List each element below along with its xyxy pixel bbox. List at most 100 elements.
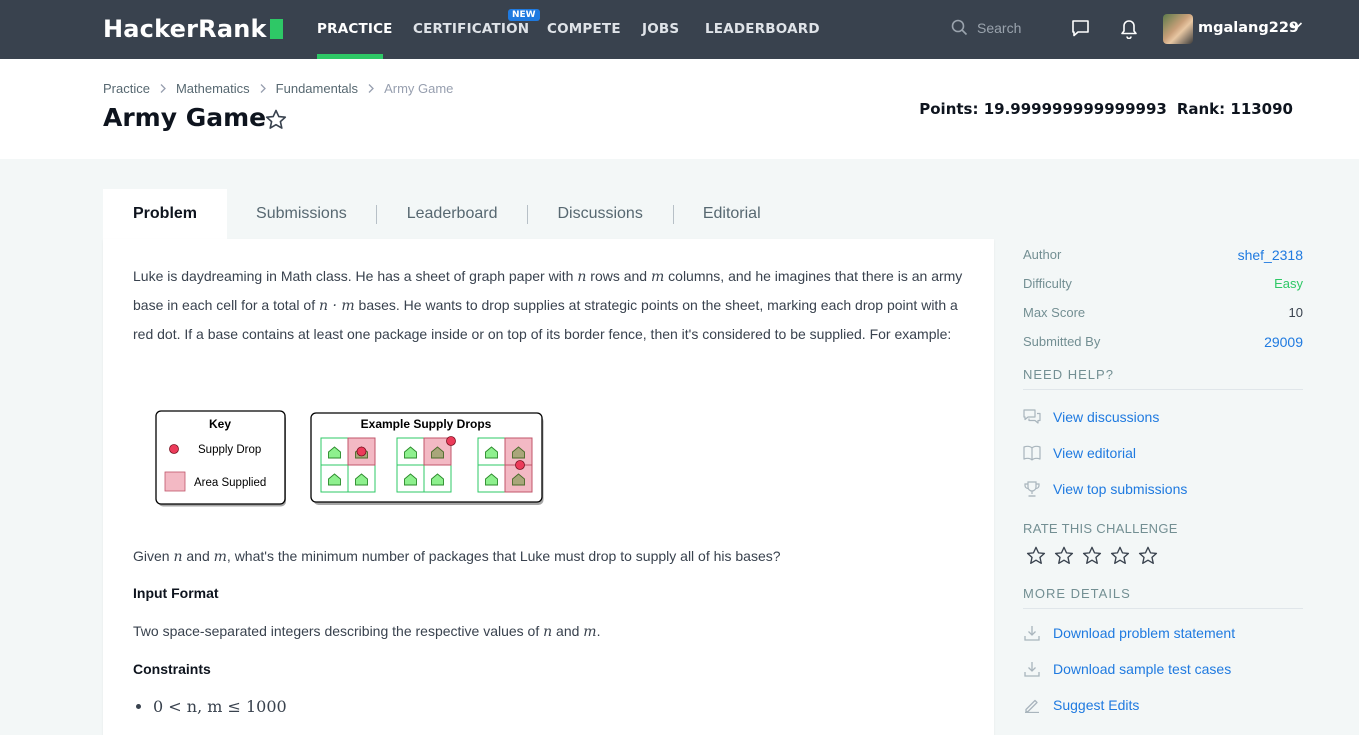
constraints-heading: Constraints — [133, 661, 211, 677]
search-box[interactable]: Search — [951, 19, 1021, 36]
detail-link-label: Suggest Edits — [1053, 697, 1140, 713]
challenge-header: Practice Mathematics Fundamentals Army G… — [0, 59, 1359, 159]
breadcrumb-current: Army Game — [384, 81, 454, 96]
area-supplied-swatch — [164, 471, 186, 492]
submitted-by-link[interactable]: 29009 — [1264, 334, 1303, 350]
input-format-text: Two space-separated integers describing … — [133, 623, 600, 640]
messages-icon[interactable] — [1071, 19, 1090, 38]
detail-link-label: Download problem statement — [1053, 625, 1236, 641]
points-text: Points: 19.999999999999993 — [919, 100, 1167, 118]
chevron-right-icon — [368, 84, 374, 93]
text-run: , what's the minimum number of packages … — [226, 548, 781, 564]
view-editorial-link[interactable]: View editorial — [1023, 435, 1303, 471]
discussion-icon — [1023, 409, 1041, 424]
meta-label: Max Score — [1023, 305, 1086, 320]
problem-statement-card: Luke is daydreaming in Math class. He ha… — [103, 239, 994, 735]
tab-submissions[interactable]: Submissions — [227, 189, 376, 239]
constraint-math: 0 < n, m ≤ 1000 — [153, 697, 287, 716]
username[interactable]: mgalang229 — [1198, 20, 1299, 36]
tab-problem[interactable]: Problem — [103, 189, 228, 239]
tab-editorial[interactable]: Editorial — [674, 189, 790, 239]
pencil-icon — [1025, 699, 1039, 713]
nav-leaderboard[interactable]: LEADERBOARD — [705, 21, 820, 37]
rating-star-4-icon[interactable] — [1110, 546, 1130, 565]
suggest-edits-link[interactable]: Suggest Edits — [1023, 687, 1303, 723]
help-links: View discussions View editorial View top… — [1023, 399, 1303, 507]
text-run: Two space-separated integers describing … — [133, 623, 544, 639]
breadcrumb-practice[interactable]: Practice — [103, 81, 150, 96]
chevron-down-icon[interactable] — [1289, 21, 1303, 31]
constraint-item: 0 < n, m ≤ 1000 — [136, 697, 287, 716]
chevron-right-icon — [260, 84, 266, 93]
trophy-icon — [1024, 480, 1040, 497]
help-link-label: View editorial — [1053, 445, 1137, 461]
key-supply-drop: Supply Drop — [198, 444, 261, 456]
breadcrumb-mathematics[interactable]: Mathematics — [176, 81, 250, 96]
help-link-label: View discussions — [1053, 409, 1160, 425]
meta-author: Author shef_2318 — [1023, 240, 1303, 269]
meta-label: Submitted By — [1023, 334, 1101, 349]
meta-submitted-by: Submitted By 29009 — [1023, 327, 1303, 356]
problem-description: Luke is daydreaming in Math class. He ha… — [133, 262, 963, 348]
notifications-bell-icon[interactable] — [1120, 19, 1138, 39]
logo-block — [269, 19, 283, 39]
text-run: rows and — [586, 268, 651, 284]
new-badge: NEW — [508, 9, 540, 21]
input-format-heading: Input Format — [133, 585, 219, 601]
rating-star-5-icon[interactable] — [1138, 546, 1158, 565]
download-problem-statement-link[interactable]: Download problem statement — [1023, 615, 1303, 651]
nav-compete[interactable]: COMPETE — [547, 21, 621, 37]
breadcrumb: Practice Mathematics Fundamentals Army G… — [103, 81, 453, 96]
hackerrank-logo[interactable]: HackerRank — [103, 15, 283, 43]
download-sample-test-cases-link[interactable]: Download sample test cases — [1023, 651, 1303, 687]
max-score-value: 10 — [1288, 305, 1303, 320]
logo-text: HackerRank — [103, 15, 267, 43]
rate-challenge-heading: RATE THIS CHALLENGE — [1023, 521, 1178, 536]
nav-jobs[interactable]: JOBS — [642, 21, 679, 37]
key-area-supplied: Area Supplied — [194, 477, 266, 489]
text-run: Luke is daydreaming in Math class. He ha… — [133, 268, 578, 284]
examples-title: Example Supply Drops — [361, 417, 492, 431]
more-details-heading: MORE DETAILS — [1023, 586, 1303, 609]
detail-links: Download problem statement Download samp… — [1023, 615, 1303, 723]
figure-examples: Example Supply Drops — [310, 412, 544, 505]
rating-star-2-icon[interactable] — [1054, 546, 1074, 565]
math-m: m — [650, 269, 665, 285]
meta-label: Author — [1023, 247, 1062, 262]
math-m: m — [583, 624, 597, 640]
supply-drop-diagram: Key Supply Drop Area Supplied Example Su… — [155, 410, 544, 507]
search-placeholder: Search — [977, 19, 1022, 36]
text-run: and — [552, 623, 584, 639]
breadcrumb-fundamentals[interactable]: Fundamentals — [276, 81, 358, 96]
need-help-heading: NEED HELP? — [1023, 367, 1303, 390]
tab-discussions[interactable]: Discussions — [528, 189, 672, 239]
author-link[interactable]: shef_2318 — [1238, 247, 1303, 263]
rating-star-3-icon[interactable] — [1082, 546, 1102, 565]
nav-certification[interactable]: CERTIFICATION — [413, 21, 529, 37]
nav-practice[interactable]: PRACTICE — [317, 21, 393, 37]
top-navbar: HackerRank PRACTICE CERTIFICATION NEW CO… — [0, 0, 1359, 59]
page-title: Army Game — [103, 103, 267, 132]
download-icon — [1024, 662, 1040, 677]
view-top-submissions-link[interactable]: View top submissions — [1023, 471, 1303, 507]
tab-leaderboard[interactable]: Leaderboard — [377, 189, 528, 239]
problem-question: Given n and m, what's the minimum number… — [133, 545, 781, 568]
math-n: n — [173, 549, 183, 565]
challenge-tabs: Problem Submissions Leaderboard Discussi… — [103, 189, 790, 239]
text-run: . — [596, 623, 601, 639]
rating-star-1-icon[interactable] — [1026, 546, 1046, 565]
math-n-times-m: n · m — [319, 298, 355, 314]
bookmark-star-icon[interactable] — [265, 109, 287, 130]
bullet — [136, 704, 141, 709]
user-stats: Points: 19.999999999999993 Rank: 113090 — [919, 100, 1293, 118]
challenge-sidebar: Author shef_2318 Difficulty Easy Max Sco… — [1023, 240, 1303, 723]
difficulty-value: Easy — [1274, 276, 1303, 291]
help-link-label: View top submissions — [1053, 481, 1188, 497]
search-icon — [951, 19, 968, 36]
user-avatar[interactable] — [1163, 14, 1193, 44]
math-n: n — [543, 624, 553, 640]
text-run: and — [182, 548, 214, 564]
view-discussions-link[interactable]: View discussions — [1023, 399, 1303, 435]
rank-text: Rank: 113090 — [1176, 100, 1293, 118]
chevron-right-icon — [160, 84, 166, 93]
